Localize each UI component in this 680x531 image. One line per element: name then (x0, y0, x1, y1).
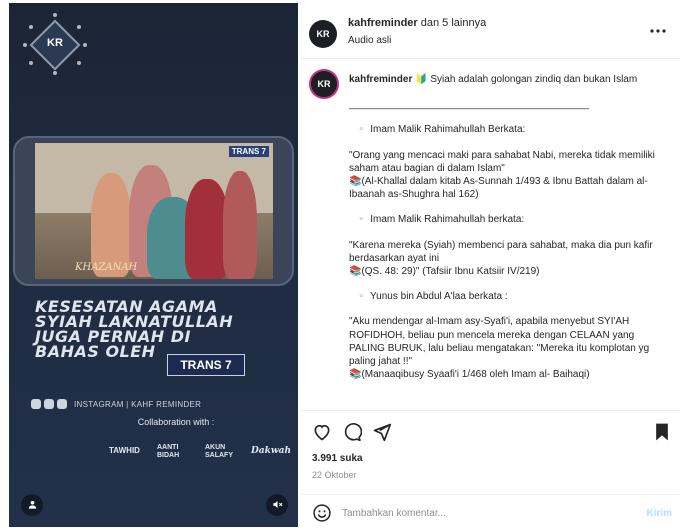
trans7-badge: TRANS 7 (167, 354, 245, 376)
youtube-icon (57, 399, 67, 409)
caption-block-source: 📚(QS. 48: 29)" (Tafsiir Ibnu Katsiir IV/… (349, 266, 540, 278)
logo-dot (29, 61, 33, 65)
mute-icon (272, 500, 282, 509)
avatar-initials: KR (316, 29, 330, 39)
partner-logo-aanti-bidah: AANTI BIDAH (157, 444, 180, 459)
post-caption: kahfreminder 🔰 Syiah adalah golongan zin… (349, 73, 671, 381)
post-date[interactable]: 22 Oktober (312, 470, 357, 480)
logo-dot (77, 61, 81, 65)
partner-logo-tawhid: TAWHID (109, 446, 140, 455)
more-options-icon (650, 29, 666, 33)
author-avatar[interactable]: KR (309, 20, 337, 48)
avatar-initials: KR (317, 79, 331, 89)
caption-block-source: 📚(Al-Khallal dalam kitab As-Sunnah 1/493… (349, 176, 648, 201)
caption-block-quote: "Orang yang mencaci maki para sahabat Na… (349, 149, 658, 174)
comment-bar: Kirim (300, 495, 680, 531)
like-button[interactable] (312, 422, 332, 442)
logo-dot (77, 25, 81, 29)
tv-program-title: KHAZANAH (75, 262, 138, 273)
comment-icon (344, 423, 363, 442)
partner-logo-akun-salafy: AKUN SALAFY (205, 444, 233, 459)
header-divider (300, 58, 680, 59)
coauthors-link[interactable]: dan 5 lainnya (421, 17, 486, 29)
tv-footage: TRANS 7 KHAZANAH (35, 143, 273, 279)
caption-block-source: 📚(Manaaqibusy Syaafi'i 1/468 oleh Imam a… (349, 369, 590, 381)
reel-video[interactable]: KR TRANS 7 KHAZANAH KESESATAN AGAMA SYIA… (9, 3, 298, 527)
partner-logos: TAWHID AANTI BIDAH AKUN SALAFY Dakwah (109, 436, 295, 470)
author-username[interactable]: kahfreminder (348, 17, 418, 29)
logo-text: KR (47, 37, 63, 49)
post-comment-button[interactable]: Kirim (640, 503, 672, 523)
instagram-icon (31, 399, 41, 409)
caption-block-title: ▫️ Imam Malik Rahimahullah Berkata: (355, 124, 526, 136)
caption-owner-username[interactable]: kahfreminder (349, 74, 412, 85)
emoji-icon (313, 504, 331, 522)
caption-author-avatar[interactable]: KR (309, 69, 339, 99)
like-count[interactable]: 3.991 suka (312, 453, 363, 464)
comment-button[interactable] (342, 422, 363, 442)
logo-dot (29, 25, 33, 29)
save-button[interactable] (652, 422, 672, 442)
facebook-icon (44, 399, 54, 409)
footage-person (223, 171, 257, 279)
post-author-line: kahfreminder dan 5 lainnya (348, 17, 486, 29)
partner-logo-dakwah: Dakwah (251, 446, 291, 456)
logo-dot (53, 13, 57, 17)
emoji-button[interactable] (312, 503, 332, 523)
caption-block-title: ▫️ Imam Malik Rahimahullah berkata: (355, 214, 525, 226)
comment-input[interactable] (342, 503, 622, 523)
logo-dot (53, 71, 57, 75)
actions-divider (300, 410, 680, 411)
logo-dot (23, 43, 27, 47)
collaboration-title: Collaboration with : (137, 417, 215, 427)
tv-channel-logo: TRANS 7 (228, 146, 269, 157)
audio-link[interactable]: Audio asli (348, 35, 391, 46)
social-handle-row: INSTAGRAM | KAHF REMINDER (31, 397, 201, 411)
more-options-button[interactable] (648, 22, 668, 38)
video-headline: KESESATAN AGAMA SYIAH LAKNATULLAH JUGA P… (35, 299, 265, 360)
kahf-reminder-logo: KR (23, 13, 87, 77)
caption-block-title: ▫️ Yunus bin Abdul A'laa berkata : (355, 291, 508, 303)
heart-icon (314, 424, 330, 441)
caption-title: 🔰 Syiah adalah golongan zindiq dan bukan… (415, 74, 638, 85)
share-button[interactable] (372, 422, 392, 442)
bookmark-icon (656, 423, 668, 441)
caption-block-quote: "Karena mereka (Syiah) membenci para sah… (349, 239, 656, 264)
mute-button[interactable] (266, 494, 288, 516)
tagged-users-button[interactable] (21, 494, 43, 516)
share-icon (373, 423, 392, 442)
social-handle-text: INSTAGRAM | KAHF REMINDER (74, 399, 202, 409)
caption-first-line: kahfreminder 🔰 Syiah adalah golongan zin… (349, 73, 671, 86)
user-icon (28, 500, 36, 509)
logo-dot (83, 43, 87, 47)
caption-block-quote: "Aku mendengar al-Imam asy-Syafi'i, apab… (349, 316, 652, 368)
caption-separator: ________________________________________… (349, 99, 589, 111)
post-actions (312, 422, 670, 442)
